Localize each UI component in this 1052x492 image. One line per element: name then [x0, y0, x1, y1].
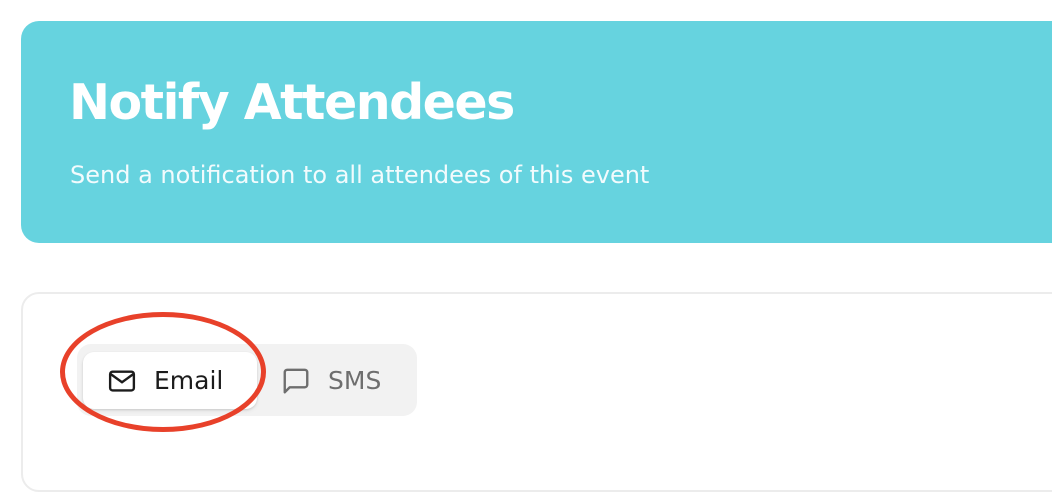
tab-sms-label: SMS [328, 365, 382, 395]
notification-card: Email SMS [21, 292, 1052, 492]
tab-email[interactable]: Email [83, 352, 257, 409]
mail-icon [107, 366, 137, 396]
tab-email-label: Email [154, 365, 224, 395]
message-square-icon [281, 366, 311, 396]
page-title: Notify Attendees [69, 74, 515, 131]
tab-sms[interactable]: SMS [277, 352, 413, 409]
page-subtitle: Send a notification to all attendees of … [70, 161, 650, 189]
header-banner: Notify Attendees Send a notification to … [21, 21, 1052, 243]
notification-channel-tabs: Email SMS [77, 344, 417, 416]
